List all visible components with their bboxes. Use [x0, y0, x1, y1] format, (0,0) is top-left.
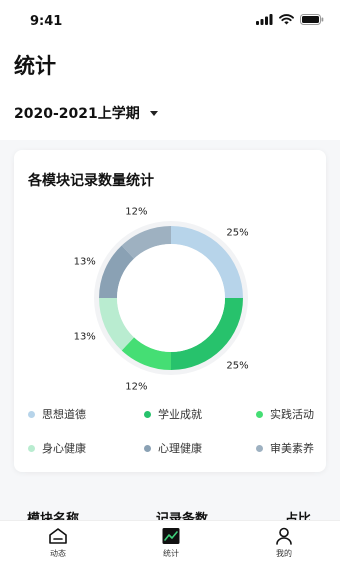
bottom-tab-bar: 动态 统计 我的 [0, 520, 340, 566]
status-icons [256, 14, 324, 25]
legend-label: 审美素养 [270, 442, 314, 455]
legend-dot-icon [28, 444, 35, 452]
donut-label-1: 25% [226, 361, 248, 372]
donut-chart: 25% 25% 12% 13% 13% 12% [74, 207, 249, 393]
tab-dynamic[interactable]: 动态 [28, 527, 88, 559]
legend-dot-icon [256, 410, 263, 418]
legend-dot-icon [144, 444, 151, 452]
legend-dot-icon [28, 410, 35, 418]
page-title: 统计 [14, 54, 56, 78]
tab-mine-label: 我的 [276, 549, 292, 558]
home-icon [49, 528, 67, 544]
status-time: 9:41 [30, 14, 63, 29]
legend-item[interactable]: 思想道德 [28, 406, 144, 422]
status-bar: 9:41 [0, 0, 340, 40]
legend-dot-icon [144, 410, 151, 418]
signal-icon [256, 14, 273, 25]
donut-label-5: 12% [125, 207, 147, 218]
legend-item[interactable]: 实践活动 [256, 406, 328, 422]
legend-item[interactable]: 审美素养 [256, 440, 328, 456]
legend-label: 身心健康 [42, 442, 86, 455]
term-selector-label: 2020-2021上学期 [14, 106, 140, 122]
donut-label-3: 13% [74, 331, 96, 342]
legend-label: 实践活动 [270, 408, 314, 421]
chart-legend: 思想道德 学业成就 实践活动身心健康 心理健康 审美素养 [28, 406, 318, 456]
chart-card: 各模块记录数量统计 25% 25% 12% 13% 13% 12% 思想道德 学业成就 实践活… [14, 150, 326, 472]
donut-hole [117, 244, 225, 352]
legend-item[interactable]: 学业成就 [144, 406, 256, 422]
wifi-icon [279, 14, 294, 25]
tab-dynamic-label: 动态 [50, 549, 66, 558]
user-icon [276, 527, 292, 545]
donut-label-4: 13% [74, 257, 96, 268]
battery-icon [300, 14, 324, 25]
chart-icon [162, 528, 180, 544]
tab-statistics-label: 统计 [163, 549, 179, 558]
legend-item[interactable]: 心理健康 [144, 440, 256, 456]
tab-statistics[interactable]: 统计 [141, 527, 201, 559]
donut-label-0: 25% [226, 228, 248, 239]
legend-label: 学业成就 [158, 408, 202, 421]
caret-down-icon [149, 110, 158, 116]
legend-item[interactable]: 身心健康 [28, 440, 144, 456]
legend-label: 思想道德 [42, 408, 86, 421]
term-selector[interactable]: 2020-2021上学期 [14, 103, 158, 123]
header: 统计 2020-2021上学期 [0, 40, 340, 140]
tab-mine[interactable]: 我的 [254, 527, 314, 559]
donut-label-2: 12% [125, 381, 147, 392]
legend-label: 心理健康 [158, 442, 202, 455]
legend-dot-icon [256, 444, 263, 452]
